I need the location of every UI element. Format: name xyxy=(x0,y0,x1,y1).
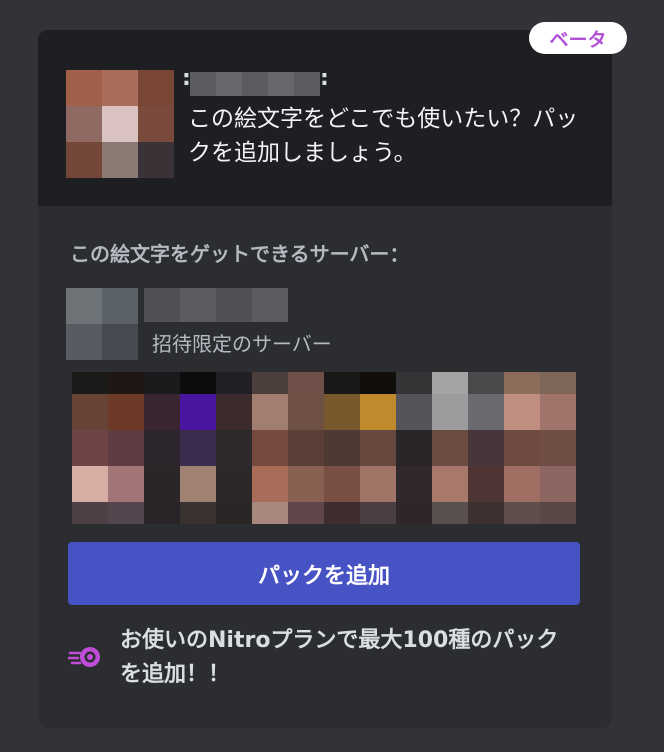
server-subtitle: 招待限定のサーバー xyxy=(152,332,332,356)
nitro-promo-text: お使いのNitroプランで最大100種のパックを追加！！ xyxy=(120,628,559,687)
emoji-name-colon-right: : xyxy=(320,66,329,91)
server-name-redacted[interactable] xyxy=(144,288,288,322)
emoji-info-popout: : : この絵文字をどこでも使いたい？パックを追加しましょう。 ベータ この絵文… xyxy=(38,22,627,728)
beta-badge: ベータ xyxy=(529,22,627,54)
nitro-icon xyxy=(66,644,102,670)
emoji-name-redacted xyxy=(190,72,320,96)
add-pack-button[interactable]: パックを追加 xyxy=(68,542,580,605)
pack-emoji-grid xyxy=(72,372,576,524)
emoji-image xyxy=(66,70,174,178)
server-icon[interactable] xyxy=(66,288,138,360)
emoji-header: : : この絵文字をどこでも使いたい？パックを追加しましょう。 xyxy=(38,30,612,206)
emoji-description: この絵文字をどこでも使いたい？パックを追加しましょう。 xyxy=(188,106,579,166)
section-title: この絵文字をゲットできるサーバー： xyxy=(70,242,410,266)
